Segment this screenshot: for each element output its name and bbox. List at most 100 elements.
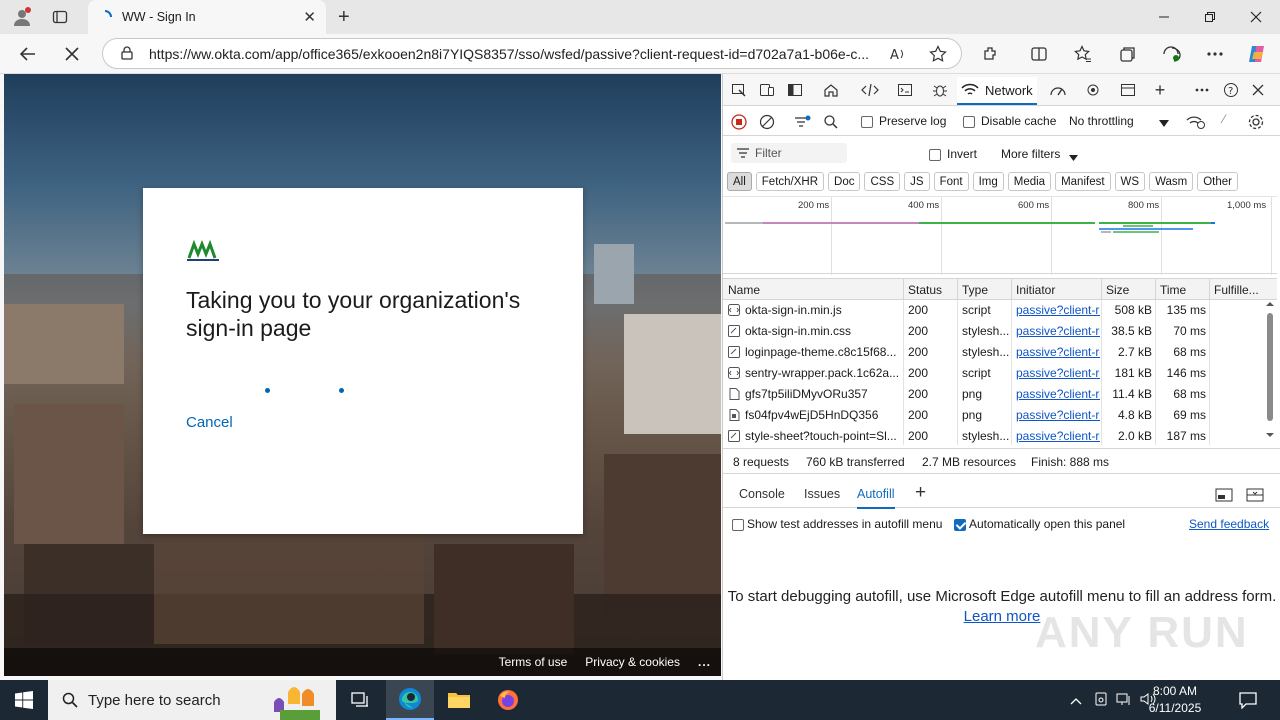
cell-initiator[interactable]: passive?client-re (1016, 408, 1100, 422)
auto-open-panel-checkbox[interactable] (954, 517, 966, 531)
devtools-more-icon[interactable] (1191, 80, 1213, 100)
search-icon[interactable] (823, 114, 839, 133)
minimize-button[interactable] (1141, 0, 1187, 34)
send-feedback-link[interactable]: Send feedback (1189, 517, 1269, 531)
start-button[interactable] (0, 680, 48, 720)
welcome-home-icon[interactable] (820, 80, 842, 100)
cancel-link[interactable]: Cancel (186, 414, 233, 431)
console-tab-icon[interactable] (894, 80, 916, 100)
filter-chip-css[interactable]: CSS (864, 172, 901, 191)
close-tab-icon[interactable]: ✕ (303, 8, 316, 26)
table-row[interactable]: okta-sign-in.min.css 200 stylesh... passive… (723, 321, 1263, 342)
network-timeline-overview[interactable]: 200 ms 400 ms 600 ms 800 ms 1,000 ms (723, 196, 1277, 275)
new-tab-button[interactable]: + (338, 6, 350, 29)
table-row[interactable]: gfs7tp5iliDMyvORu357 200 png passive?client… (723, 384, 1263, 405)
more-tools-plus-icon[interactable]: + (1149, 80, 1171, 100)
tab-console[interactable]: Console (739, 487, 785, 501)
close-window-button[interactable] (1233, 0, 1279, 34)
column-header-time[interactable]: Time (1160, 283, 1186, 297)
cell-initiator[interactable]: passive?client-re (1016, 429, 1100, 443)
copilot-icon[interactable] (1243, 40, 1271, 68)
network-icon[interactable] (1116, 692, 1132, 709)
filter-chip-all[interactable]: All (727, 172, 752, 191)
column-header-fulfilled[interactable]: Fulfille... (1214, 283, 1259, 297)
read-aloud-icon[interactable]: A (889, 45, 907, 66)
preserve-log-checkbox[interactable] (861, 114, 873, 128)
table-row[interactable]: okta-sign-in.min.js 200 script passive?clie… (723, 300, 1263, 321)
firefox-taskbar-app[interactable] (484, 680, 532, 720)
network-conditions-icon[interactable] (1186, 114, 1206, 133)
column-header-name[interactable]: Name (728, 283, 760, 297)
column-header-type[interactable]: Type (962, 283, 988, 297)
chevron-down-icon[interactable] (1159, 117, 1169, 131)
cell-initiator[interactable]: passive?client-re (1016, 324, 1100, 338)
filter-chip-ws[interactable]: WS (1114, 172, 1146, 191)
cell-initiator[interactable]: passive?client-re (1016, 387, 1100, 401)
settings-more-icon[interactable] (1201, 40, 1229, 68)
extensions-icon[interactable] (977, 40, 1005, 68)
record-stop-icon[interactable] (731, 114, 747, 133)
filter-chip-js[interactable]: JS (904, 172, 930, 191)
column-header-status[interactable]: Status (908, 283, 942, 297)
site-info-icon[interactable] (119, 45, 135, 64)
table-row[interactable]: sentry-wrapper.pack.1c62a... 200 script pas… (723, 363, 1263, 384)
cell-initiator[interactable]: passive?client-re (1016, 366, 1100, 380)
dock-side-icon[interactable] (784, 80, 806, 100)
throttling-select[interactable]: No throttling (1069, 114, 1134, 128)
filter-chip-manifest[interactable]: Manifest (1055, 172, 1111, 191)
favorites-icon[interactable] (1069, 40, 1097, 68)
chevron-down-icon[interactable] (1069, 151, 1078, 165)
device-emulation-icon[interactable] (756, 80, 778, 100)
performance-icon[interactable] (1047, 80, 1069, 100)
file-explorer-taskbar-app[interactable] (435, 680, 483, 720)
network-settings-gear-icon[interactable] (1247, 113, 1265, 134)
device-icon[interactable] (1094, 692, 1108, 709)
filter-chip-fetch-xhr[interactable]: Fetch/XHR (755, 172, 825, 191)
filter-chip-other[interactable]: Other (1197, 172, 1238, 191)
requests-scrollbar[interactable] (1263, 300, 1277, 445)
edge-taskbar-app[interactable] (386, 680, 434, 720)
privacy-link[interactable]: Privacy & cookies (585, 655, 680, 669)
table-row[interactable]: loginpage-theme.c8c15f68... 200 stylesh...… (723, 342, 1263, 363)
filter-chip-doc[interactable]: Doc (828, 172, 861, 191)
filter-chip-media[interactable]: Media (1007, 172, 1052, 191)
task-view-button[interactable] (336, 680, 384, 720)
browser-essentials-icon[interactable] (1158, 40, 1186, 68)
show-test-addresses-checkbox[interactable] (732, 517, 744, 531)
back-button[interactable] (14, 40, 42, 68)
inspect-element-icon[interactable] (728, 80, 750, 100)
tab-issues[interactable]: Issues (804, 487, 840, 501)
url-field[interactable]: https://ww.okta.com/app/office365/exkooe… (102, 38, 962, 69)
elements-tab-icon[interactable] (859, 80, 881, 100)
clear-log-icon[interactable] (759, 114, 775, 133)
filter-chip-wasm[interactable]: Wasm (1149, 172, 1194, 191)
disable-cache-checkbox[interactable] (963, 114, 975, 128)
cell-initiator[interactable]: passive?client-re (1016, 345, 1100, 359)
taskbar-clock[interactable]: 8:00 AM 6/11/2025 (1136, 683, 1214, 717)
column-header-initiator[interactable]: Initiator (1016, 283, 1055, 297)
restore-button[interactable] (1187, 0, 1233, 34)
dock-drawer-icon[interactable] (1215, 488, 1233, 505)
split-screen-icon[interactable] (1025, 40, 1053, 68)
table-row[interactable]: fs04fpv4wEjD5HnDQ356 200 png passive?client… (723, 405, 1263, 426)
memory-icon[interactable] (1082, 80, 1104, 100)
close-devtools-icon[interactable] (1247, 80, 1269, 100)
terms-link[interactable]: Terms of use (499, 655, 568, 669)
browser-tab-active[interactable]: WW - Sign In ✕ (88, 0, 326, 34)
favorite-star-icon[interactable] (929, 45, 947, 66)
column-header-size[interactable]: Size (1106, 283, 1129, 297)
filter-chip-font[interactable]: Font (933, 172, 969, 191)
help-icon[interactable]: ? (1220, 80, 1242, 100)
tab-network[interactable]: Network (957, 77, 1037, 105)
show-hidden-icons-chevron-icon[interactable] (1070, 693, 1082, 708)
application-icon[interactable] (1117, 80, 1139, 100)
table-row[interactable]: style-sheet?touch-point=Sl... 200 stylesh.… (723, 426, 1263, 445)
sources-debug-icon[interactable] (929, 80, 951, 100)
taskbar-search-box[interactable]: Type here to search (48, 680, 336, 720)
stop-loading-button[interactable] (58, 40, 86, 68)
footer-more-button[interactable]: ... (698, 655, 711, 669)
add-drawer-tab-icon[interactable]: + (915, 482, 926, 504)
notifications-button[interactable] (1224, 680, 1272, 720)
invert-checkbox[interactable] (929, 147, 941, 161)
more-filters-dropdown[interactable]: More filters (1001, 147, 1060, 161)
